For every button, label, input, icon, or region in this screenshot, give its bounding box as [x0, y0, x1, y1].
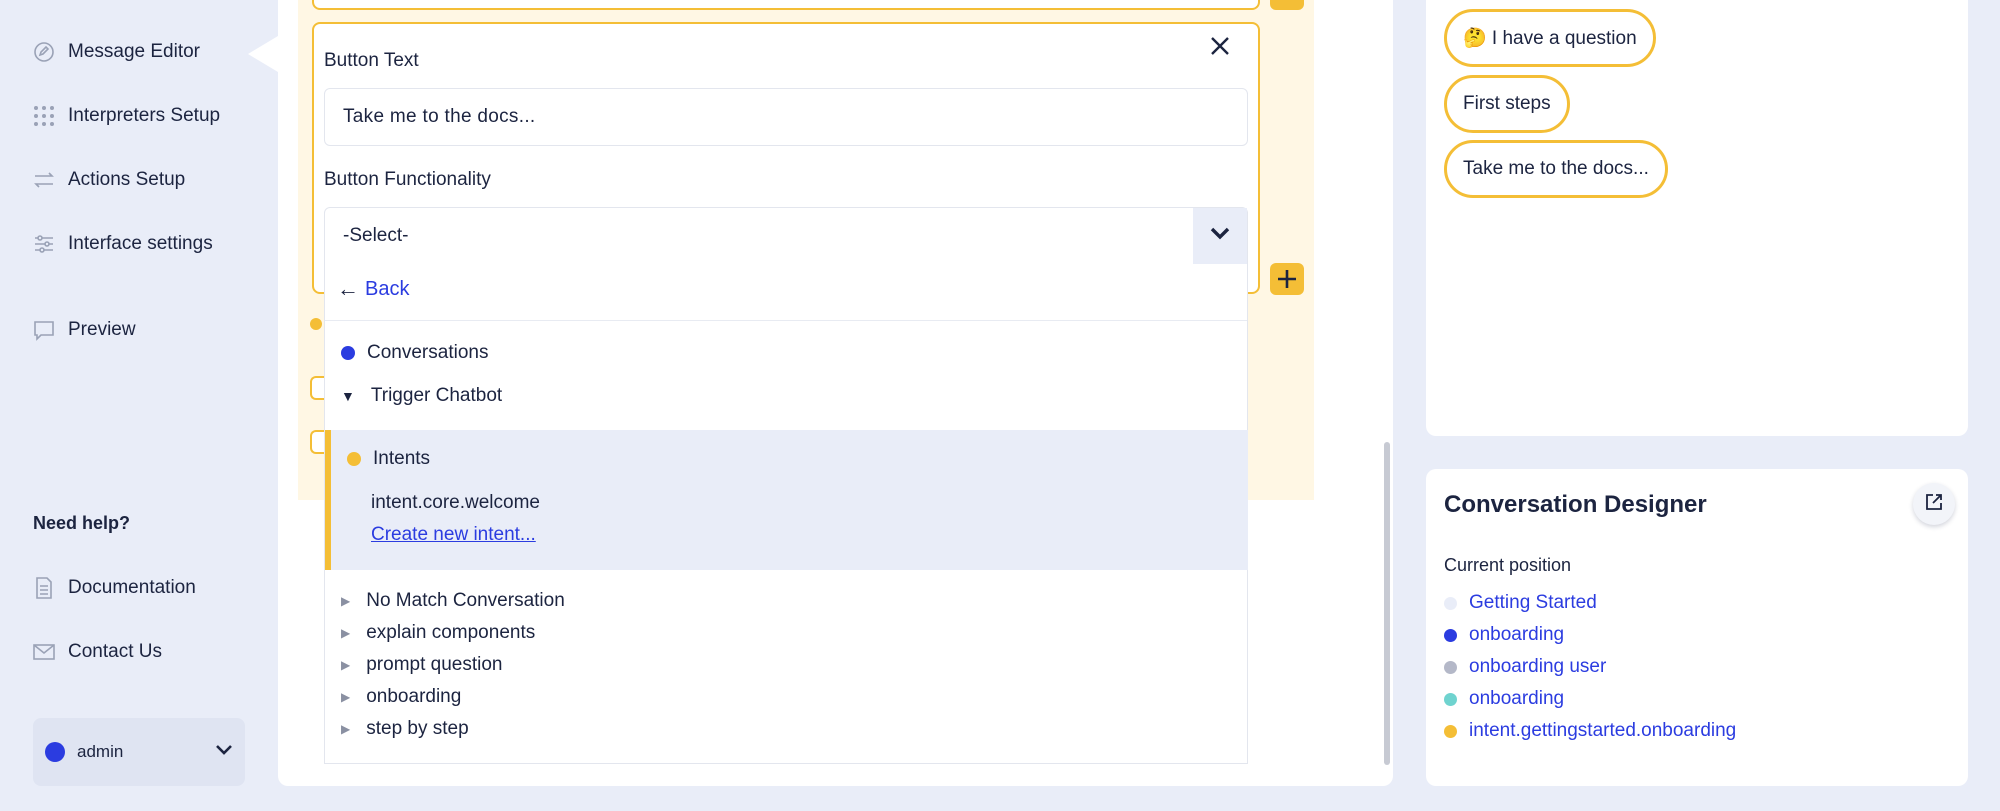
position-link[interactable]: onboarding — [1444, 688, 1564, 710]
sidebar-item-label: Preview — [68, 319, 136, 340]
sidebar-item-label: Interpreters Setup — [68, 105, 221, 126]
sidebar-item-interface-settings[interactable]: Interface settings — [32, 232, 213, 256]
sidebar-item-label: Interface settings — [68, 233, 213, 254]
dropdown-item-collapsed[interactable]: ▶ step by step — [341, 718, 469, 740]
quick-reply-chip[interactable]: 🤔 I have a question — [1444, 9, 1656, 67]
dropdown-item-trigger-chatbot[interactable]: ▼ Trigger Chatbot — [341, 385, 502, 407]
button-text-input[interactable] — [324, 88, 1248, 146]
quick-reply-chip[interactable]: First steps — [1444, 75, 1570, 133]
sidebar-item-label: Contact Us — [68, 641, 162, 662]
message-editor-panel: Button Text Button Functionality -Select… — [278, 0, 1393, 786]
sidebar-item-preview[interactable]: Preview — [32, 318, 136, 342]
position-link[interactable]: onboarding user — [1444, 656, 1606, 678]
arrows-swap-icon — [32, 168, 56, 192]
preview-panel: 🤔 I have a question First steps Take me … — [1426, 0, 1968, 436]
message-edit-icon — [32, 40, 56, 64]
button-functionality-label: Button Functionality — [324, 169, 491, 190]
collapsed-card-edge — [310, 430, 324, 454]
chat-bubble-icon — [32, 318, 56, 342]
avatar — [45, 742, 65, 762]
select-toggle[interactable] — [1193, 208, 1247, 264]
arrow-left-icon: ← — [337, 276, 359, 301]
help-title: Need help? — [33, 513, 131, 533]
dot-icon — [1444, 596, 1457, 610]
position-link[interactable]: intent.gettingstarted.onboarding — [1444, 720, 1736, 742]
sidebar-item-contact-us[interactable]: Contact Us — [32, 640, 162, 664]
conversation-designer-panel: Conversation Designer Current position G… — [1426, 469, 1968, 786]
chevron-down-icon — [215, 743, 233, 761]
add-button-top[interactable] — [1270, 0, 1304, 10]
create-intent-link[interactable]: Create new intent... — [371, 524, 536, 546]
position-link[interactable]: onboarding — [1444, 624, 1564, 646]
dropdown-item-intents[interactable]: Intents — [347, 448, 430, 470]
triangle-right-icon: ▶ — [341, 594, 351, 608]
triangle-down-icon: ▼ — [341, 388, 355, 404]
current-position-label: Current position — [1444, 555, 1572, 575]
intent-option[interactable]: intent.core.welcome — [371, 492, 540, 514]
dot-icon — [1444, 724, 1457, 738]
dropdown-item-collapsed[interactable]: ▶ No Match Conversation — [341, 590, 565, 612]
sidebar-item-documentation[interactable]: Documentation — [32, 576, 196, 600]
sidebar-item-label: Documentation — [68, 577, 196, 598]
functionality-dropdown: ← Back Conversations ▼ Trigger Chatbot I… — [324, 264, 1248, 764]
panel-title: Conversation Designer — [1444, 491, 1707, 518]
dropdown-item-conversations[interactable]: Conversations — [341, 342, 488, 364]
scrollbar[interactable] — [1384, 442, 1390, 765]
dot-icon — [1444, 660, 1457, 674]
triangle-right-icon: ▶ — [341, 626, 351, 640]
sidebar: Message Editor Interpreters Setup Action… — [0, 0, 278, 811]
external-link-icon — [1924, 492, 1944, 517]
envelope-icon — [32, 640, 56, 664]
triangle-right-icon: ▶ — [341, 658, 351, 672]
add-button[interactable] — [1270, 263, 1304, 295]
dropdown-item-collapsed[interactable]: ▶ onboarding — [341, 686, 461, 708]
select-value: -Select- — [343, 225, 409, 246]
sidebar-item-label: Message Editor — [68, 41, 201, 62]
dot-icon — [347, 452, 361, 466]
sidebar-item-label: Actions Setup — [68, 169, 186, 190]
triangle-right-icon: ▶ — [341, 690, 351, 704]
dot-icon — [1444, 692, 1457, 706]
active-nav-indicator — [248, 36, 278, 72]
previous-button-card — [312, 0, 1260, 10]
button-text-label: Button Text — [324, 50, 419, 71]
chevron-down-icon — [1210, 227, 1230, 245]
sidebar-item-actions-setup[interactable]: Actions Setup — [32, 168, 185, 192]
status-dot — [310, 318, 322, 330]
dot-icon — [341, 346, 355, 360]
divider — [325, 320, 1247, 321]
sidebar-item-interpreters-setup[interactable]: Interpreters Setup — [32, 104, 220, 128]
user-name: admin — [77, 742, 124, 761]
close-icon[interactable] — [1206, 32, 1234, 60]
sidebar-item-message-editor[interactable]: Message Editor — [32, 40, 200, 64]
dropdown-item-collapsed[interactable]: ▶ explain components — [341, 622, 535, 644]
collapsed-card-edge — [310, 376, 324, 400]
open-external-button[interactable] — [1913, 483, 1955, 525]
dot-icon — [1444, 628, 1457, 642]
sliders-icon — [32, 232, 56, 256]
dropdown-item-collapsed[interactable]: ▶ prompt question — [341, 654, 502, 676]
document-icon — [32, 576, 56, 600]
user-menu[interactable]: admin — [33, 718, 245, 786]
grid-dots-icon — [32, 104, 56, 128]
back-link[interactable]: ← Back — [337, 276, 409, 302]
button-functionality-select[interactable]: -Select- — [324, 207, 1248, 265]
position-link[interactable]: Getting Started — [1444, 592, 1597, 614]
intents-group: Intents intent.core.welcome Create new i… — [325, 430, 1248, 570]
quick-reply-chip[interactable]: Take me to the docs... — [1444, 140, 1668, 198]
triangle-right-icon: ▶ — [341, 722, 351, 736]
